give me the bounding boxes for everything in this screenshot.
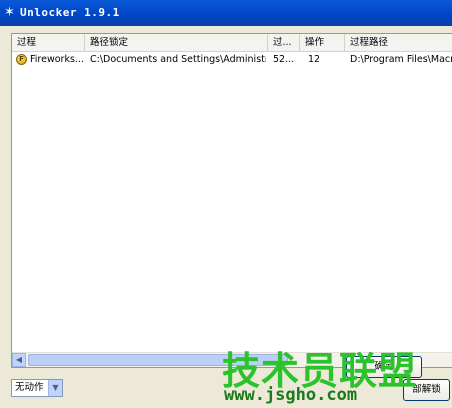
scroll-left-arrow-icon[interactable]: ◀ [12,353,26,367]
cell-path-locked: C:\Documents and Settings\Administrat... [90,54,266,65]
list-header: 过程 路径锁定 过... 操作 过程路径 [12,34,452,52]
column-header-process[interactable]: 过程 [12,34,85,51]
cell-process: Fireworks.... [30,54,85,65]
cell-handle: 12 [308,54,321,65]
fireworks-app-icon: F [16,54,27,65]
cell-process-path: D:\Program Files\Macrom [350,54,452,65]
watermark-url: www.jsgho.com [224,385,358,405]
column-header-path-locked[interactable]: 路径锁定 [85,34,268,51]
action-select[interactable]: 无动作 ▼ [11,379,63,397]
action-select-value: 无动作 [15,382,44,393]
wand-icon: ✶ [4,5,15,20]
column-header-handle[interactable]: 操作 [300,34,345,51]
process-list[interactable]: 过程 路径锁定 过... 操作 过程路径 F Fireworks.... C:\… [11,33,452,368]
chevron-down-icon[interactable]: ▼ [48,380,62,396]
column-header-process-path[interactable]: 过程路径 [345,34,452,51]
column-header-pid[interactable]: 过... [268,34,300,51]
site-watermark: 技术员联盟 www.jsgho.com [222,340,450,405]
cell-pid: 52... [273,54,295,65]
window-title: Unlocker 1.9.1 [20,6,120,19]
title-bar[interactable]: ✶ Unlocker 1.9.1 [0,0,452,26]
table-row[interactable]: F Fireworks.... C:\Documents and Setting… [12,53,452,67]
